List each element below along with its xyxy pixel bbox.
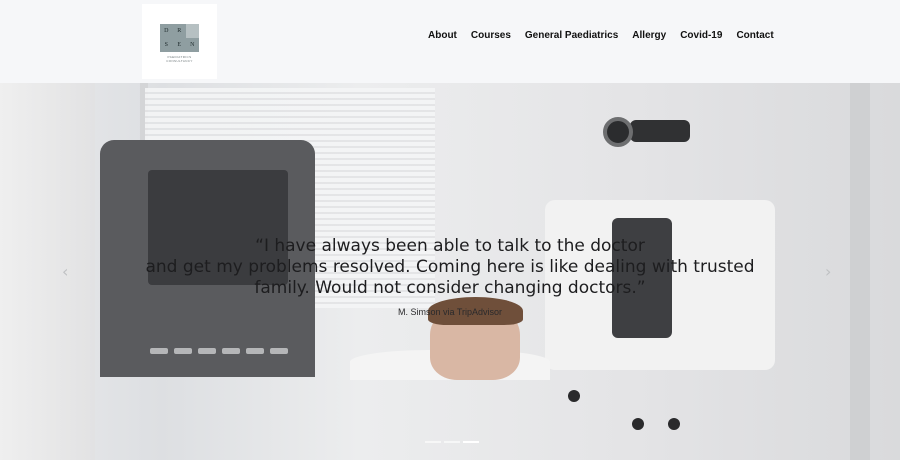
nav-general-paediatrics[interactable]: General Paediatrics <box>525 30 618 41</box>
background-device-dot <box>668 418 680 430</box>
background-wall <box>0 83 95 460</box>
testimonial-attribution: M. Simson via TripAdvisor <box>397 307 503 317</box>
nav-contact[interactable]: Contact <box>736 30 773 41</box>
logo-letter: N <box>186 38 199 52</box>
main-nav: About Courses General Paediatrics Allerg… <box>428 30 774 41</box>
nav-courses[interactable]: Courses <box>471 30 511 41</box>
background-device-arm <box>630 120 690 142</box>
nav-covid-19[interactable]: Covid-19 <box>680 30 722 41</box>
slider-dot-active[interactable] <box>463 441 479 443</box>
testimonial-quote-line: “I have always been able to talk to the … <box>255 236 645 256</box>
nav-about[interactable]: About <box>428 30 457 41</box>
site-logo[interactable]: D R S E N PAEDIATRICS CONSULTANCY <box>142 4 217 79</box>
site-header: D R S E N PAEDIATRICS CONSULTANCY About … <box>0 0 900 83</box>
testimonial-quote-line: family. Would not consider changing doct… <box>254 278 646 298</box>
slider-dot[interactable] <box>444 441 460 443</box>
background-device-lens <box>603 117 633 147</box>
logo-letter: R <box>173 24 186 38</box>
logo-tagline: PAEDIATRICS CONSULTANCY <box>166 55 193 63</box>
logo-letter: S <box>160 38 173 52</box>
background-monitor-buttons <box>150 348 288 354</box>
logo-mark: D R S E N <box>160 24 199 52</box>
logo-letter: D <box>160 24 173 38</box>
slider-pagination <box>425 441 479 443</box>
nav-allergy[interactable]: Allergy <box>632 30 666 41</box>
testimonial-quote-line: and get my problems resolved. Coming her… <box>145 257 755 277</box>
chevron-left-icon[interactable]: ‹ <box>62 262 68 281</box>
logo-letter: E <box>173 38 186 52</box>
background-device-dot <box>568 390 580 402</box>
background-post <box>850 83 870 460</box>
chevron-right-icon[interactable]: › <box>825 262 831 281</box>
testimonial-quote: “I have always been able to talk to the … <box>100 236 800 299</box>
logo-letter <box>186 24 199 38</box>
slider-dot[interactable] <box>425 441 441 443</box>
background-device-dot <box>632 418 644 430</box>
testimonial: “I have always been able to talk to the … <box>100 236 800 317</box>
